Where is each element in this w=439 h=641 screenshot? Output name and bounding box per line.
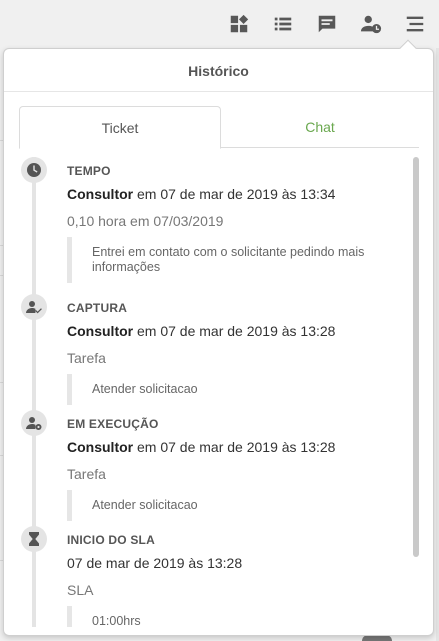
entry-note: 01:00hrs — [67, 606, 397, 627]
entry-title: INICIO DO SLA — [67, 533, 155, 547]
tab-ticket[interactable]: Ticket — [19, 106, 221, 149]
timeline-scrollbar[interactable] — [413, 157, 419, 617]
entry-note: Entrei em contato com o solicitante pedi… — [67, 237, 397, 283]
entry-title: CAPTURA — [67, 301, 128, 315]
entry-date: em 07 de mar de 2019 às 13:28 — [137, 323, 336, 339]
history-timeline: TEMPO Consultor em 07 de mar de 2019 às … — [19, 157, 409, 627]
entry-subtitle: Tarefa — [67, 350, 106, 366]
entry-author: Consultor — [67, 323, 134, 339]
chat-icon[interactable] — [313, 10, 341, 38]
entry-title: TEMPO — [67, 164, 111, 178]
list-icon[interactable] — [269, 10, 297, 38]
entry-date: em 07 de mar de 2019 às 13:34 — [137, 186, 336, 202]
entry-subtitle: 0,10 hora em 07/03/2019 — [67, 213, 224, 229]
entry-author: Consultor — [67, 186, 134, 202]
user-check-icon — [21, 294, 47, 320]
tabs: Ticket Chat — [19, 106, 419, 149]
entry-author-line: Consultor em 07 de mar de 2019 às 13:34 — [67, 186, 335, 202]
clock-icon — [21, 157, 47, 183]
tab-chat[interactable]: Chat — [221, 106, 419, 148]
user-gear-icon — [21, 410, 47, 436]
entry-note: Atender solicitacao — [67, 374, 397, 405]
entry-subtitle: Tarefa — [67, 466, 106, 482]
hourglass-icon — [21, 526, 47, 552]
scrollbar-thumb[interactable] — [413, 157, 419, 557]
entry-author-line: Consultor em 07 de mar de 2019 às 13:28 — [67, 439, 335, 455]
timeline-line — [32, 157, 36, 627]
entry-subtitle: SLA — [67, 582, 94, 598]
menu-icon[interactable] — [401, 10, 429, 38]
history-panel: Histórico Ticket Chat TEMPO Consultor em… — [3, 48, 434, 636]
entry-title: EM EXECUÇÃO — [67, 417, 159, 431]
top-toolbar — [0, 0, 439, 48]
dashboard-icon[interactable] — [225, 10, 253, 38]
entry-author-line: Consultor em 07 de mar de 2019 às 13:28 — [67, 323, 335, 339]
entry-author: Consultor — [67, 439, 134, 455]
entry-date-line: 07 de mar de 2019 às 13:28 — [67, 555, 243, 571]
user-clock-icon[interactable] — [357, 10, 385, 38]
entry-note: Atender solicitacao — [67, 490, 397, 521]
entry-date: em 07 de mar de 2019 às 13:28 — [137, 439, 336, 455]
panel-title: Histórico — [4, 49, 433, 92]
